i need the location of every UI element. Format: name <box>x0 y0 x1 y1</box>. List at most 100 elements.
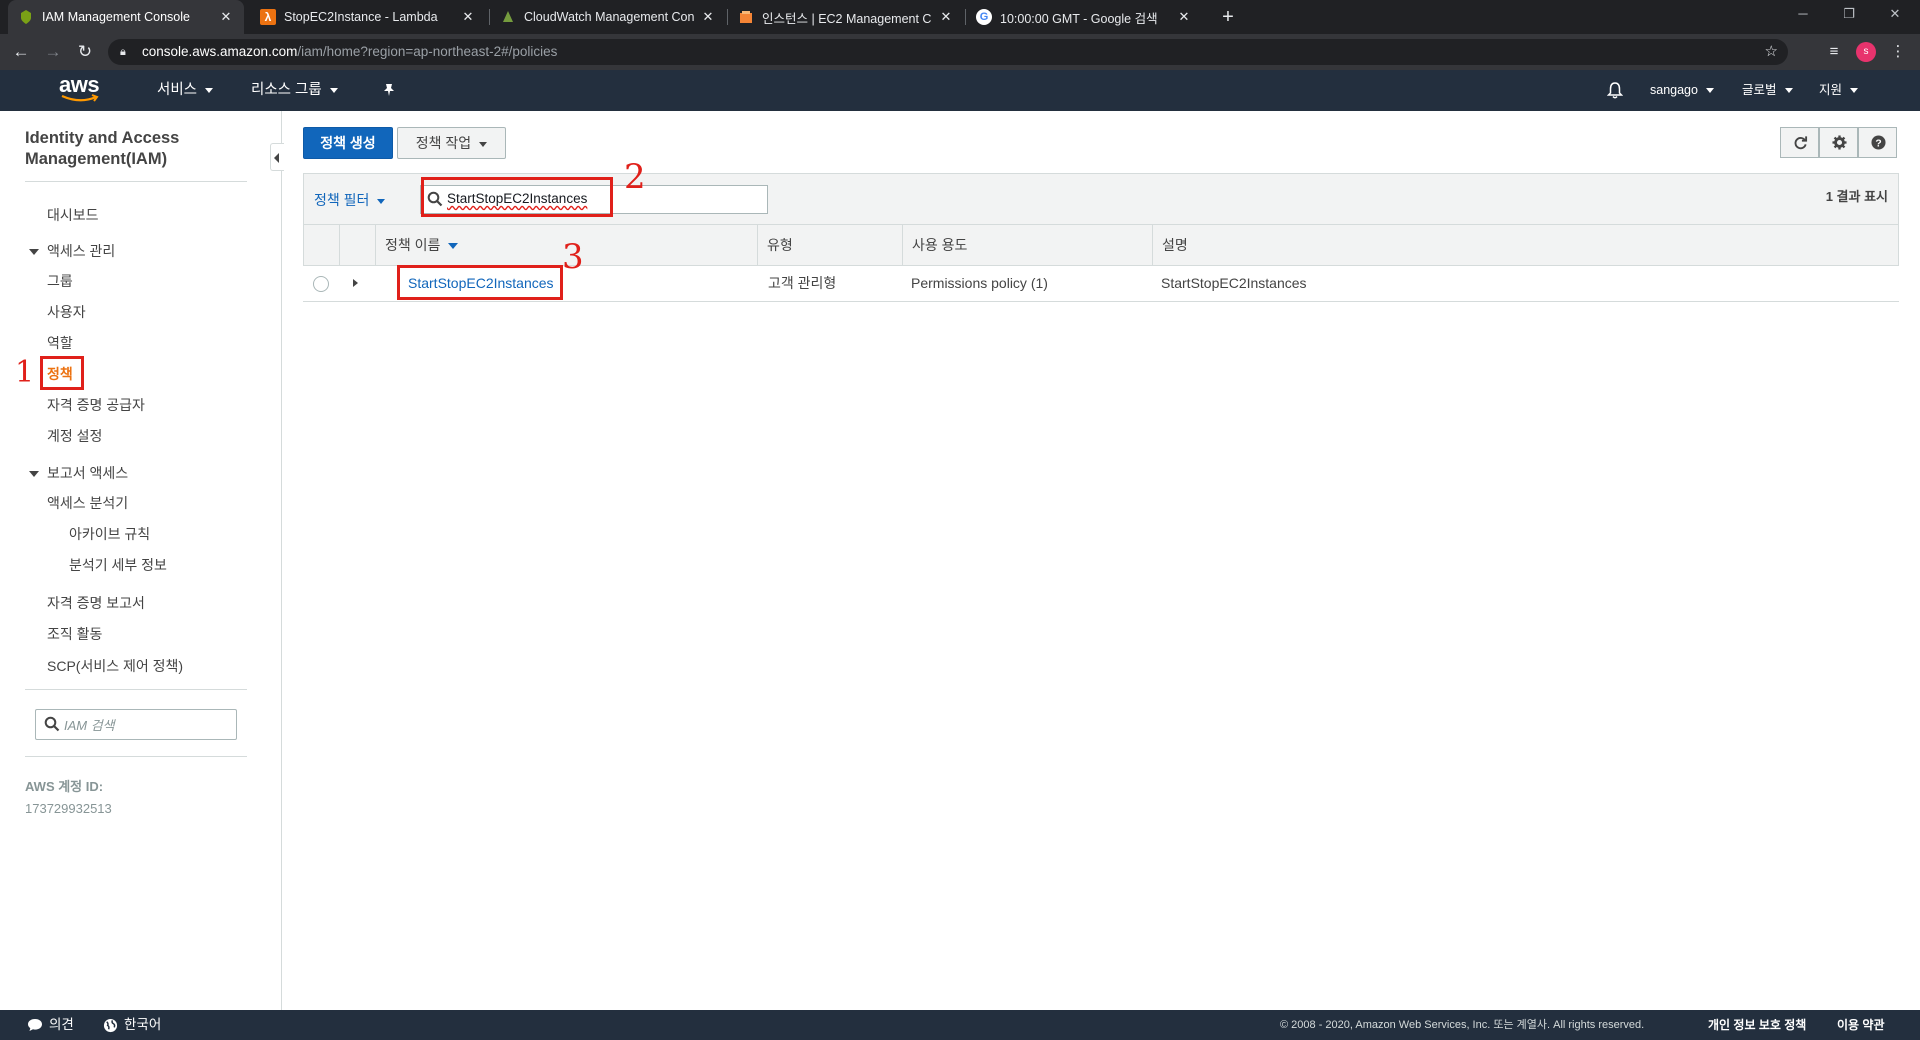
iam-search-input[interactable] <box>64 714 232 736</box>
policy-filter-dropdown[interactable]: 정책 필터 <box>314 190 386 210</box>
aws-smile-icon <box>61 94 99 102</box>
sidebar-item-access-analyzer[interactable]: 액세스 분석기 <box>47 493 128 513</box>
pin-icon[interactable] <box>383 70 395 111</box>
media-queue-icon[interactable]: ≡ <box>1822 40 1846 64</box>
support-menu[interactable]: 지원 <box>1819 70 1859 111</box>
browser-address-bar: ← → ↻ 🔒︎ console.aws.amazon.com/iam/home… <box>0 34 1920 70</box>
sidebar-item-credential-report[interactable]: 자격 증명 보고서 <box>47 593 145 613</box>
browser-tab-cloudwatch[interactable]: CloudWatch Management Cons ✕ <box>490 0 726 34</box>
chevron-down-icon <box>1705 88 1714 94</box>
close-tab-icon[interactable]: ✕ <box>1176 9 1192 25</box>
globe-icon <box>103 1018 118 1032</box>
account-label: sangago <box>1650 83 1698 97</box>
column-label: 정책 이름 <box>385 237 441 253</box>
aws-footer: 의견 한국어 © 2008 - 2020, Amazon Web Service… <box>0 1010 1920 1040</box>
divider <box>25 181 247 182</box>
policy-actions-label: 정책 작업 <box>415 135 472 151</box>
url-field[interactable]: 🔒︎ console.aws.amazon.com/iam/home?regio… <box>108 39 1788 65</box>
sidebar-item-archive-rules[interactable]: 아카이브 규칙 <box>69 524 150 544</box>
sidebar-item-dashboard[interactable]: 대시보드 <box>47 205 99 225</box>
close-tab-icon[interactable]: ✕ <box>460 9 476 25</box>
close-tab-icon[interactable]: ✕ <box>938 9 954 25</box>
browser-tab-iam[interactable]: IAM Management Console ✕ <box>8 0 244 34</box>
settings-button[interactable] <box>1819 127 1858 158</box>
feedback-link[interactable]: 의견 <box>27 1010 74 1040</box>
privacy-policy-link[interactable]: 개인 정보 보호 정책 <box>1708 1010 1806 1040</box>
expand-row-icon[interactable] <box>353 279 358 287</box>
collapse-sidebar-button[interactable] <box>270 143 284 171</box>
sidebar-item-groups[interactable]: 그룹 <box>47 271 73 291</box>
column-header-used-as[interactable]: 사용 용도 <box>902 225 967 265</box>
close-tab-icon[interactable]: ✕ <box>700 9 716 25</box>
sidebar-section-report-access[interactable]: 보고서 액세스 <box>29 463 128 483</box>
column-header-description[interactable]: 설명 <box>1152 225 1188 265</box>
account-id-value: 173729932513 <box>25 801 112 816</box>
language-selector[interactable]: 한국어 <box>103 1010 161 1040</box>
account-id-label: AWS 계정 ID: <box>25 779 104 794</box>
back-icon[interactable]: ← <box>8 40 34 64</box>
account-menu[interactable]: sangago <box>1650 70 1714 111</box>
caret-down-icon <box>29 249 39 256</box>
sidebar-item-roles[interactable]: 역할 <box>47 333 73 353</box>
create-policy-button[interactable]: 정책 생성 <box>303 127 393 159</box>
sort-descending-icon <box>448 243 459 250</box>
language-label: 한국어 <box>124 1017 162 1032</box>
tab-title: StopEC2Instance - Lambda <box>284 10 438 24</box>
annotation-number-3: 3 <box>562 237 584 277</box>
browser-tab-lambda[interactable]: λ StopEC2Instance - Lambda ✕ <box>250 0 486 34</box>
chevron-down-icon <box>329 87 338 93</box>
restore-icon[interactable]: ❐ <box>1826 0 1872 30</box>
refresh-button[interactable] <box>1780 127 1819 158</box>
sidebar-item-analyzer-details[interactable]: 분석기 세부 정보 <box>69 555 167 575</box>
close-window-icon[interactable]: ✕ <box>1872 0 1918 30</box>
result-count: 1 결과 표시 <box>1825 189 1888 204</box>
aws-logo[interactable]: aws <box>59 74 103 106</box>
forward-icon[interactable]: → <box>40 40 66 64</box>
row-select-radio[interactable] <box>313 276 329 292</box>
policy-type-cell: 고객 관리형 <box>768 275 837 291</box>
gear-icon <box>1832 135 1847 150</box>
table-header: 정책 이름 유형 사용 용도 설명 <box>303 224 1899 266</box>
profile-avatar[interactable]: s <box>1856 42 1876 62</box>
sidebar-section-access-management[interactable]: 액세스 관리 <box>29 241 115 261</box>
iam-sidebar: Identity and Access Management(IAM) 대시보드… <box>0 111 282 1010</box>
google-icon: G <box>976 9 992 25</box>
url-domain: console.aws.amazon.com <box>142 44 298 59</box>
sidebar-item-account-settings[interactable]: 계정 설정 <box>47 426 102 446</box>
help-button[interactable]: ? <box>1858 127 1897 158</box>
filter-label: 정책 필터 <box>314 192 370 208</box>
notifications-bell-icon[interactable] <box>1606 70 1624 111</box>
terms-of-use-link[interactable]: 이용 약관 <box>1837 1010 1885 1040</box>
divider <box>25 689 247 690</box>
annotation-box-policies <box>40 356 84 390</box>
browser-tab-ec2[interactable]: 인스턴스 | EC2 Management Co ✕ <box>728 0 964 34</box>
iam-search-box[interactable] <box>35 709 237 740</box>
new-tab-icon[interactable]: + <box>1215 4 1241 30</box>
column-header-policy-name[interactable]: 정책 이름 <box>375 225 459 265</box>
sidebar-item-identity-providers[interactable]: 자격 증명 공급자 <box>47 395 145 415</box>
sidebar-title: Identity and Access Management(IAM) <box>25 129 180 168</box>
policy-used-as-cell: Permissions policy (1) <box>911 275 1048 291</box>
chrome-menu-icon[interactable]: ⋮ <box>1888 40 1908 64</box>
sidebar-item-scp[interactable]: SCP(서비스 제어 정책) <box>47 656 183 676</box>
minimize-icon[interactable]: ─ <box>1780 0 1826 30</box>
services-menu[interactable]: 서비스 <box>157 70 214 111</box>
sidebar-item-users[interactable]: 사용자 <box>47 302 86 322</box>
resource-groups-menu[interactable]: 리소스 그룹 <box>251 70 338 111</box>
close-tab-icon[interactable]: ✕ <box>218 9 234 25</box>
region-menu[interactable]: 글로벌 <box>1742 70 1793 111</box>
browser-tab-google[interactable]: G 10:00:00 GMT - Google 검색 ✕ <box>966 0 1202 34</box>
section-label: 보고서 액세스 <box>47 465 129 481</box>
cloudwatch-icon <box>500 9 516 25</box>
annotation-number-1: 1 <box>15 355 35 390</box>
aws-top-nav: aws 서비스 리소스 그룹 sangago 글로벌 지원 <box>0 70 1920 111</box>
iam-icon <box>18 9 34 25</box>
tab-title: 인스턴스 | EC2 Management Co <box>762 11 932 26</box>
bookmark-star-icon[interactable]: ☆ <box>1765 39 1778 65</box>
chevron-down-icon <box>479 141 488 147</box>
reload-icon[interactable]: ↻ <box>72 40 98 64</box>
column-header-type[interactable]: 유형 <box>757 225 793 265</box>
policy-actions-button[interactable]: 정책 작업 <box>397 127 506 159</box>
sidebar-item-organization-activity[interactable]: 조직 활동 <box>47 624 102 644</box>
aws-logo-text: aws <box>59 72 100 97</box>
